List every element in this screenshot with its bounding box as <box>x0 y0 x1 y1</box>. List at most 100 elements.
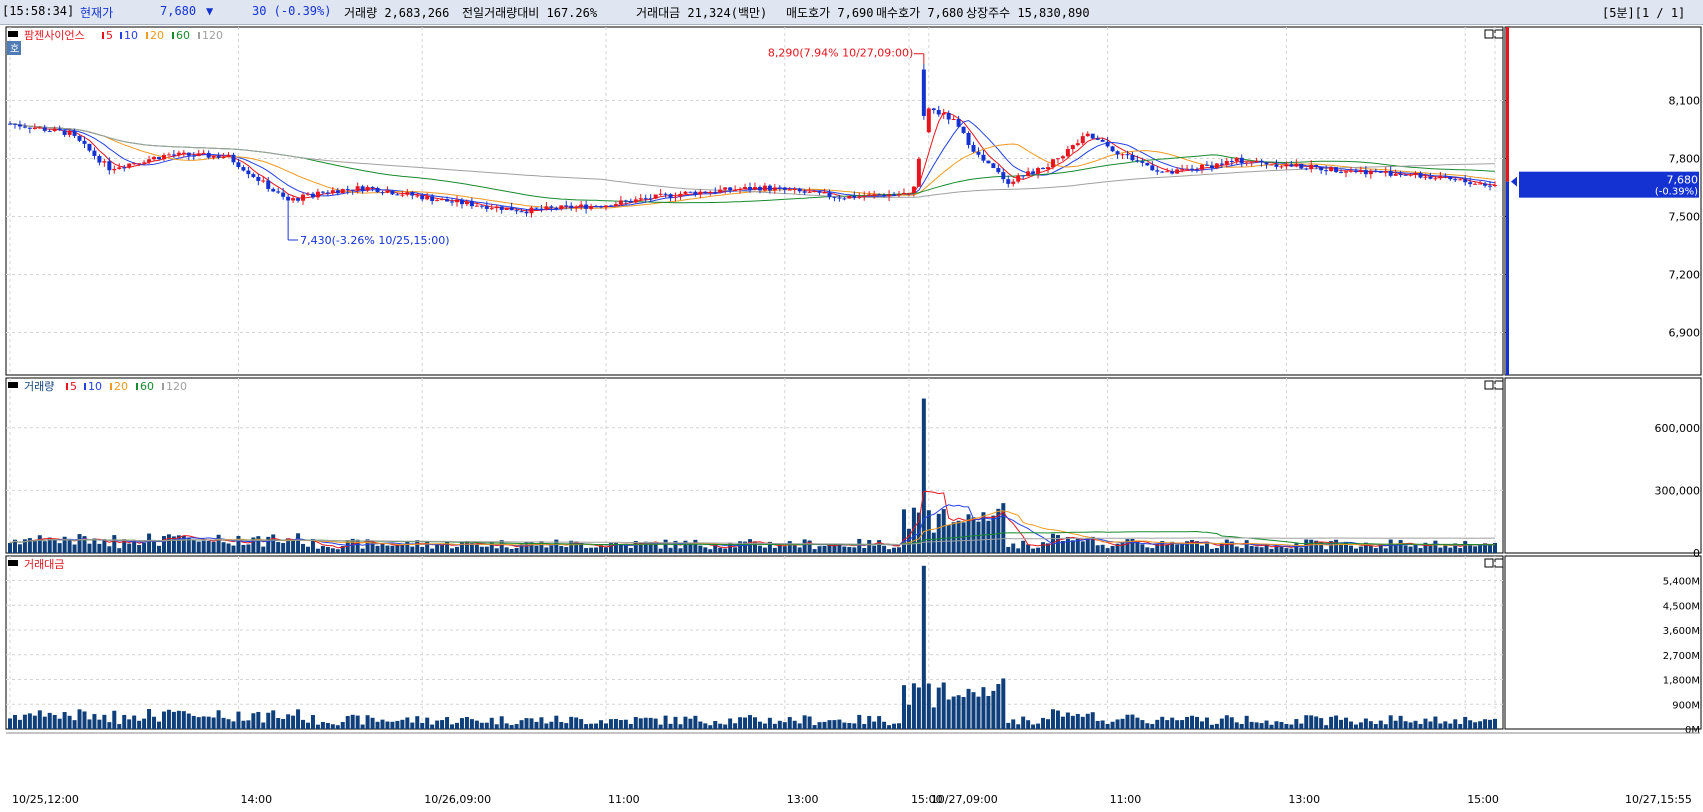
amount-bar <box>1393 720 1398 729</box>
amount-bar <box>166 709 171 729</box>
panel-close-icon[interactable] <box>1494 29 1504 39</box>
amount-bar <box>1478 721 1483 729</box>
panel-menu-icon[interactable] <box>8 382 18 388</box>
candle-body <box>668 194 673 198</box>
legend-swatch <box>66 383 68 390</box>
candle-body <box>1448 176 1453 180</box>
volume-bar <box>1438 547 1443 553</box>
legend-period: 5 <box>106 29 113 42</box>
amount-bar <box>892 723 897 729</box>
volume-bar <box>1199 545 1204 553</box>
candle-body <box>1234 157 1239 162</box>
panel-close-icon[interactable] <box>1494 558 1504 568</box>
volume-bar <box>961 522 966 553</box>
amount-bar <box>911 683 916 729</box>
amount-bar <box>743 717 748 729</box>
volume-bar <box>941 509 946 553</box>
candle-body <box>733 189 738 191</box>
amount-axis-label: 3,600M <box>1663 626 1700 637</box>
candle-body <box>1378 170 1383 173</box>
amount-bar <box>1021 716 1026 729</box>
volume-bar <box>305 546 310 553</box>
candle-body <box>1229 161 1234 163</box>
amount-bar <box>594 723 599 729</box>
panel-menu-icon[interactable] <box>8 31 18 37</box>
price-axis-label: 7,800 <box>1669 152 1701 165</box>
time-axis-label: 10/25,12:00 <box>12 793 79 806</box>
candle-body <box>663 193 668 195</box>
candle-body <box>1180 169 1185 171</box>
volume-bar <box>459 542 464 553</box>
amount-bar <box>1070 715 1075 729</box>
amount-bar <box>559 721 564 729</box>
amount-bar <box>996 684 1001 729</box>
volume-bar <box>544 547 549 553</box>
amount-bar <box>201 716 206 729</box>
panel-menu-icon[interactable] <box>8 560 18 566</box>
amount-bar <box>1438 723 1443 729</box>
volume-bar <box>534 545 539 553</box>
candle-body <box>678 193 683 197</box>
panel-restore-icon[interactable] <box>1484 558 1494 568</box>
amount-bar <box>52 714 57 729</box>
time-axis-label: 13:00 <box>787 793 819 806</box>
panel-restore-icon[interactable] <box>1484 29 1494 39</box>
amount-bar <box>971 692 976 729</box>
amount-bar <box>1284 723 1289 729</box>
candle-body <box>1175 169 1180 174</box>
amount-bar <box>1319 718 1324 729</box>
amount-bar <box>17 719 22 729</box>
candle-body <box>1021 175 1026 177</box>
candle-body <box>494 206 499 209</box>
panel-restore-icon[interactable] <box>1484 380 1494 390</box>
amount-bar <box>986 695 991 729</box>
amount-axis-label: 1,800M <box>1663 676 1700 687</box>
volume-axis-label: 600,000 <box>1655 422 1701 435</box>
candle-body <box>767 185 772 191</box>
candle-body <box>534 207 539 209</box>
candle-body <box>226 154 231 158</box>
range-bar-down <box>1506 181 1509 375</box>
candle-body <box>827 192 832 197</box>
candle-body <box>246 170 251 175</box>
amount-bar <box>37 710 42 729</box>
candle-body <box>1438 175 1443 179</box>
amount-bar <box>767 717 772 729</box>
amount-bar <box>574 717 579 729</box>
candle-body <box>1353 170 1358 172</box>
chart-canvas[interactable]: 팜젠사이언스 5 10 20 60 120 거래량 5 10 20 60 120 거래대금 호 8,290(… <box>0 0 1703 809</box>
candle-body <box>743 187 748 190</box>
candle-body <box>618 200 623 205</box>
candle-body <box>986 160 991 164</box>
amount-bar <box>315 724 320 729</box>
price-axis-label: 8,100 <box>1669 94 1701 107</box>
amount-bar <box>1448 723 1453 729</box>
amount-bar <box>668 723 673 729</box>
candle-body <box>1204 164 1209 166</box>
volume-bar <box>1175 544 1180 553</box>
candle-body <box>286 196 291 201</box>
candle-body <box>748 187 753 190</box>
candle-body <box>1085 133 1090 137</box>
volume-bar <box>196 541 201 553</box>
volume-bar <box>936 513 941 553</box>
candle-body <box>574 206 579 209</box>
amount-bar <box>633 717 638 729</box>
amount-bar <box>1060 716 1065 729</box>
candle-body <box>981 154 986 161</box>
volume-bar <box>678 548 683 553</box>
candle-body <box>355 186 360 191</box>
amount-bar <box>92 714 97 729</box>
candle-body <box>1483 183 1488 186</box>
stock-chart[interactable]: 팜젠사이언스 5 10 20 60 120 거래량 5 10 20 60 120 거래대금 호 8,290(… <box>0 0 1703 809</box>
amount-bar <box>579 719 584 729</box>
candle-body <box>142 162 147 164</box>
panel-close-icon[interactable] <box>1494 380 1504 390</box>
amount-bar <box>370 717 375 729</box>
amount-bar <box>688 718 693 729</box>
volume-bar <box>549 545 554 553</box>
candle-body <box>603 205 608 208</box>
amount-bar <box>1150 724 1155 729</box>
candle-body <box>1125 154 1130 156</box>
candle-body <box>911 186 916 193</box>
